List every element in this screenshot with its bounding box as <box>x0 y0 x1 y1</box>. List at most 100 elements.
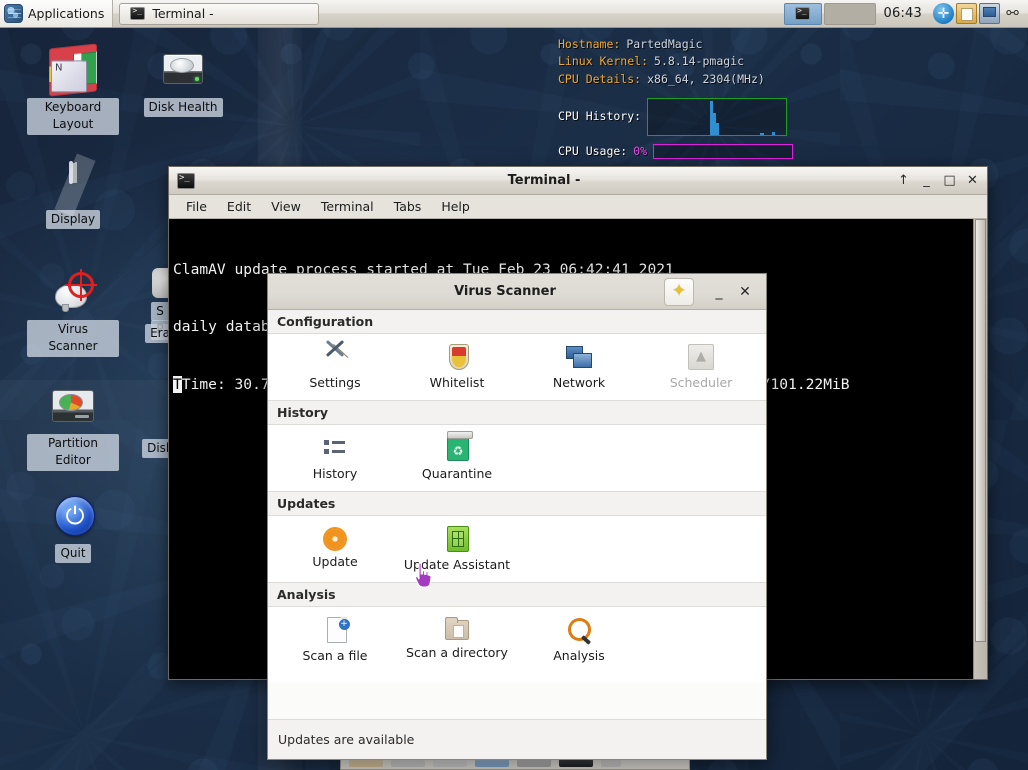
virus-target-icon <box>49 268 97 316</box>
monitor-icon <box>49 158 97 206</box>
conky-cpu-usage-value: 0% <box>633 143 648 158</box>
network-icon <box>566 344 592 370</box>
vs-item-label: Analysis <box>553 647 605 663</box>
section-items-history: History ♻ Quarantine <box>268 424 766 491</box>
terminal-cursor: T <box>173 376 182 393</box>
section-items-configuration: Settings Whitelist Network ▲ Scheduler <box>268 334 766 400</box>
taskbar-item-terminal[interactable]: Terminal - <box>119 2 320 25</box>
conky-cpu-usage-label: CPU Usage: <box>558 143 628 158</box>
menu-view[interactable]: View <box>262 197 310 216</box>
virus-scanner-window[interactable]: Virus Scanner ✦ _ ✕ Configuration Settin… <box>267 273 767 760</box>
vs-item-history[interactable]: History <box>274 435 396 483</box>
conky-cpu-details-label: CPU Details: <box>558 71 642 86</box>
desktop-icon-disk-health[interactable]: Disk Health <box>137 46 229 118</box>
vs-item-label: Whitelist <box>429 375 485 390</box>
trash-recycle-icon: ♻ <box>447 430 473 461</box>
section-header-updates: Updates <box>268 490 766 516</box>
magnifier-icon <box>566 617 592 643</box>
file-add-icon <box>326 616 350 643</box>
sunburst-icon <box>325 528 345 549</box>
scheduler-icon: ▲ <box>688 344 714 370</box>
conky-kernel-label: Linux Kernel: <box>558 54 649 69</box>
conky-hostname-value: PartedMagic <box>626 37 703 51</box>
minimize-button[interactable]: _ <box>706 279 732 305</box>
star-icon-button[interactable]: ✦ <box>664 277 694 306</box>
shade-button[interactable]: ↑ <box>893 171 914 191</box>
keyboard-layout-icon <box>49 43 97 97</box>
taskbar-item-label: Terminal - <box>152 6 214 21</box>
tray-blank-area <box>823 2 876 25</box>
conky-cpu-details-value: x86_64, 2304(MHz) <box>647 71 765 86</box>
desktop-icon-display[interactable]: Display <box>27 158 119 230</box>
conky-hostname-row: Hostname: PartedMagic <box>558 36 798 53</box>
vs-item-label: Scheduler <box>669 375 733 390</box>
vs-item-quarantine[interactable]: ♻ Quarantine <box>396 430 518 483</box>
vs-item-network[interactable]: Network <box>518 344 640 392</box>
desktop-icon-keyboard-layout[interactable]: Keyboard Layout <box>27 43 119 135</box>
virus-scanner-content: Configuration Settings Whitelist Network… <box>268 310 766 719</box>
section-header-history: History <box>268 399 766 425</box>
close-button[interactable]: ✕ <box>962 171 983 191</box>
conky-cpu-usage-row: CPU Usage: 0% <box>558 143 798 160</box>
desktop-icon-label: Keyboard Layout <box>27 98 119 135</box>
desktop-icon-label: Quit <box>55 544 91 564</box>
tray-terminal-button[interactable] <box>783 2 822 25</box>
menu-help[interactable]: Help <box>432 197 479 216</box>
settings-icon <box>322 344 348 370</box>
vs-item-update[interactable]: Update <box>274 526 396 574</box>
vs-item-label: Scan a directory <box>406 644 508 660</box>
menu-terminal[interactable]: Terminal <box>312 197 383 216</box>
power-icon: ⏻ <box>49 492 97 540</box>
desktop-icon-partition-editor[interactable]: Partition Editor <box>27 382 119 471</box>
vs-item-label: History <box>312 465 358 481</box>
vs-item-label: Update Assistant <box>403 556 511 572</box>
terminal-scrollbar[interactable] <box>973 219 987 679</box>
cpu-usage-bar <box>653 143 794 159</box>
desktop: Applications Terminal - 06:43 ✛ ⚯ Keyboa… <box>0 0 1028 770</box>
vs-item-update-assistant[interactable]: Update Assistant <box>396 525 518 574</box>
menu-edit[interactable]: Edit <box>218 197 260 216</box>
terminal-titlebar[interactable]: Terminal - ↑ _ □ ✕ <box>169 167 987 195</box>
vs-item-whitelist[interactable]: Whitelist <box>396 344 518 392</box>
minimize-button[interactable]: _ <box>916 171 937 191</box>
cpu-history-graph <box>647 97 788 136</box>
virus-scanner-statusbar: Updates are available <box>268 719 766 759</box>
vs-item-scheduler: ▲ Scheduler <box>640 344 762 392</box>
network-cable-icon[interactable]: ⚯ <box>1002 3 1023 24</box>
applications-menu-button[interactable]: Applications <box>0 0 114 27</box>
menu-tabs[interactable]: Tabs <box>385 197 431 216</box>
conky-cpu-history-label: CPU History: <box>558 109 642 124</box>
close-button[interactable]: ✕ <box>732 279 758 305</box>
list-icon <box>322 435 348 461</box>
section-items-updates: Update Update Assistant <box>268 515 766 582</box>
status-text: Updates are available <box>278 732 415 747</box>
maximize-button[interactable]: □ <box>939 171 960 191</box>
virus-scanner-title: Virus Scanner <box>454 284 556 299</box>
conky-cpu-details-row: CPU Details: x86_64, 2304(MHz) <box>558 71 798 88</box>
terminal-icon <box>130 6 146 20</box>
desktop-icon-virus-scanner[interactable]: Virus Scanner <box>27 268 119 357</box>
virus-scanner-titlebar[interactable]: Virus Scanner ✦ _ ✕ <box>268 274 766 310</box>
vs-item-analysis[interactable]: Analysis <box>518 617 640 665</box>
vs-item-label: Scan a file <box>302 647 368 663</box>
menu-file[interactable]: File <box>177 197 216 216</box>
display-icon[interactable] <box>979 3 1000 24</box>
vs-content-filler <box>268 682 766 719</box>
vs-item-scan-a-directory[interactable]: Scan a directory <box>396 616 518 665</box>
scrollbar-thumb[interactable] <box>975 219 986 643</box>
conky-kernel-value: 5.8.14-pmagic <box>654 54 745 69</box>
bluetooth-icon[interactable]: ✛ <box>933 3 954 24</box>
section-header-configuration: Configuration <box>268 310 766 334</box>
vs-item-settings[interactable]: Settings <box>274 344 396 392</box>
clock[interactable]: 06:43 <box>882 6 932 21</box>
vs-item-label: Network <box>552 375 606 390</box>
section-items-analysis: Scan a file Scan a directory Analysis <box>268 606 766 683</box>
vs-item-label: Update <box>312 553 358 569</box>
terminal-icon <box>795 6 811 20</box>
desktop-icon-label: Virus Scanner <box>27 320 119 357</box>
green-book-icon <box>447 525 469 552</box>
desktop-icon-quit[interactable]: ⏻ Quit <box>27 492 119 564</box>
clipboard-icon[interactable] <box>956 3 977 24</box>
vs-item-scan-a-file[interactable]: Scan a file <box>274 616 396 665</box>
section-header-analysis: Analysis <box>268 581 766 607</box>
